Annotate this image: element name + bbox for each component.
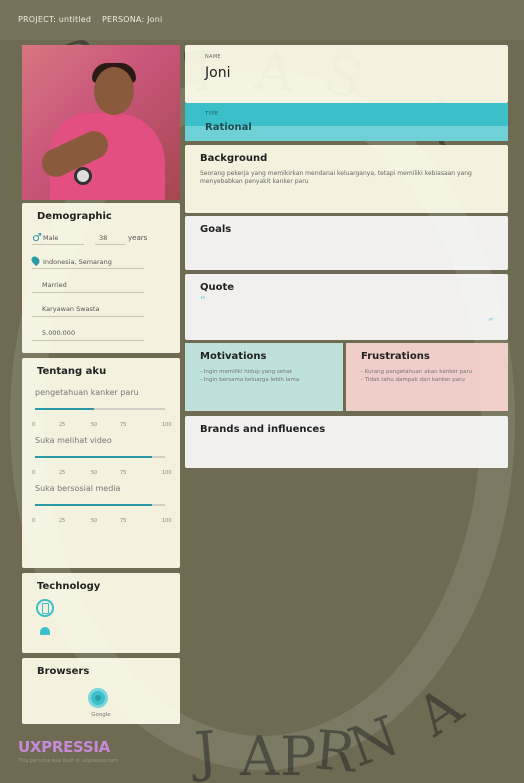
location-pin-icon <box>29 254 42 267</box>
phone-icon[interactable] <box>36 599 54 617</box>
demographic-card: Demographic ♂ Male 38 years Indonesia, S… <box>22 203 180 353</box>
occupation-field[interactable]: Karyawan Swasta <box>42 305 99 313</box>
quote-card: Quote “ ” <box>185 274 508 340</box>
slider-fill <box>35 504 152 506</box>
tick-label: 75 <box>120 422 127 428</box>
persona-type[interactable]: Rational <box>205 122 252 133</box>
brands-title: Brands and influences <box>200 424 326 435</box>
tick-label: 25 <box>59 422 66 428</box>
age-field[interactable]: 38 <box>99 234 107 242</box>
about-title: Tentang aku <box>37 366 107 377</box>
top-bar: PROJECT: untitled PERSONA: Joni <box>0 0 524 40</box>
name-label: NAME <box>205 54 221 60</box>
type-label: TYPE <box>205 111 219 117</box>
marital-status-field[interactable]: Married <box>42 281 67 289</box>
gender-field[interactable]: Male <box>43 234 58 242</box>
technology-card: Technology <box>22 573 180 653</box>
background-title: Background <box>200 153 268 164</box>
watermark-letter: J <box>192 719 220 783</box>
background-text[interactable]: Seorang pekerja yang memikirkan mendanai… <box>185 164 508 186</box>
frustration-item[interactable]: - Tidak tahu dampak dari kanker paru <box>361 376 508 384</box>
tick-label: 50 <box>91 470 98 476</box>
watermark-letter: A <box>405 674 474 749</box>
tick-label: 25 <box>59 518 66 524</box>
browsers-card: Browsers Google <box>22 658 180 724</box>
motivation-item[interactable]: - Ingin bersama keluarga lebih lama <box>200 376 343 384</box>
about-card: Tentang aku pengetahuan kanker paru 0 25 50… <box>22 358 180 568</box>
type-card: TYPE Rational <box>185 103 508 141</box>
watermark-letter: R <box>312 718 359 783</box>
male-icon: ♂ <box>32 231 42 244</box>
watermark-letter: A <box>240 725 279 783</box>
persona-name[interactable]: Joni <box>205 65 230 81</box>
goals-title: Goals <box>200 224 232 235</box>
watermark-letter: N <box>340 703 407 780</box>
tick-label: 0 <box>32 518 36 524</box>
brand-logo[interactable]: UXPRESSIA <box>18 738 110 756</box>
name-card: NAME Joni <box>185 45 508 103</box>
android-icon[interactable] <box>40 627 50 635</box>
location-field[interactable]: Indonesia, Semarang <box>43 258 112 266</box>
tick-label: 100 <box>162 470 172 476</box>
demographic-title: Demographic <box>37 211 112 222</box>
tick-label: 75 <box>120 518 127 524</box>
tick-label: 0 <box>32 422 36 428</box>
slider-label: Suka bersosial media <box>35 484 121 493</box>
chrome-icon[interactable] <box>88 688 108 708</box>
project-label[interactable]: PROJECT: untitled <box>18 15 91 24</box>
motivations-card: Motivations - Ingin memiliki hidup yang … <box>185 343 343 411</box>
slider-track[interactable] <box>35 408 165 410</box>
slider-track[interactable] <box>35 456 165 458</box>
persona-label[interactable]: PERSONA: Joni <box>102 15 163 24</box>
motivation-item[interactable]: - Ingin memiliki hidup yang sehat <box>200 368 343 376</box>
slider-fill <box>35 456 152 458</box>
tick-label: 100 <box>162 518 172 524</box>
slider-label: Suka melihat video <box>35 436 112 445</box>
close-quote-icon: ” <box>488 316 494 329</box>
tick-label: 75 <box>120 470 127 476</box>
frustration-item[interactable]: - Kurang pengetahuan akan kanker paru <box>361 368 508 376</box>
slider-label: pengetahuan kanker paru <box>35 388 139 397</box>
slider-fill <box>35 408 94 410</box>
tick-label: 50 <box>91 518 98 524</box>
slider-track[interactable] <box>35 504 165 506</box>
frustrations-title: Frustrations <box>361 351 430 362</box>
frustrations-card: Frustrations - Kurang pengetahuan akan k… <box>346 343 508 411</box>
quote-title: Quote <box>200 282 235 293</box>
tick-label: 50 <box>91 422 98 428</box>
goals-card: Goals <box>185 216 508 270</box>
brand-note: This persona was built in uxpressia.com <box>18 758 119 764</box>
income-field[interactable]: 5.000.000 <box>42 329 75 337</box>
tick-label: 0 <box>32 470 36 476</box>
background-card: Background Seorang pekerja yang memikirk… <box>185 145 508 213</box>
browsers-title: Browsers <box>37 666 90 677</box>
brands-card: Brands and influences <box>185 416 508 468</box>
persona-photo[interactable] <box>22 45 180 200</box>
age-unit: years <box>128 234 148 242</box>
technology-title: Technology <box>37 581 101 592</box>
tick-label: 100 <box>162 422 172 428</box>
watermark-letter: P <box>280 725 317 783</box>
open-quote-icon: “ <box>200 294 206 307</box>
motivations-title: Motivations <box>200 351 267 362</box>
browser-label: Google <box>91 712 111 718</box>
tick-label: 25 <box>59 470 66 476</box>
